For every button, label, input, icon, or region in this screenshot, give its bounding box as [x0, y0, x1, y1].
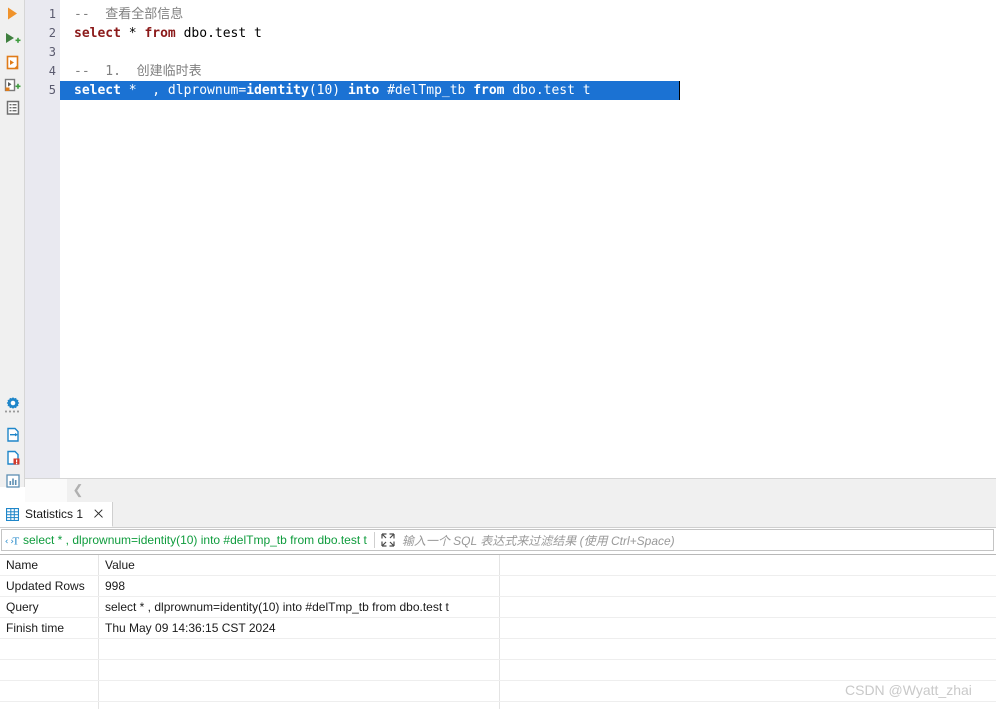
cell-value: [99, 660, 500, 680]
cell-value: Value: [105, 558, 135, 572]
load-sql-script-button[interactable]: [0, 423, 25, 446]
cell-value: [99, 639, 500, 659]
execute-sql-expression-button[interactable]: [0, 74, 25, 97]
sql-keyword: select: [74, 26, 121, 41]
sql-keyword: select: [74, 83, 121, 98]
results-panel: Statistics 1 ‹› T select * , dlprownum=i…: [0, 502, 996, 709]
settings-dots-icon: [5, 410, 20, 413]
filter-separator: [373, 532, 375, 548]
sql-keyword: identity: [246, 83, 309, 98]
divider-blank: [25, 479, 67, 502]
cell-name: [0, 702, 99, 709]
sql-keyword: from: [473, 83, 505, 98]
line-number: 2: [48, 26, 56, 40]
table-row[interactable]: Name Value: [0, 555, 996, 576]
execute-sql-script-button[interactable]: [0, 27, 25, 50]
cell-name: [0, 660, 99, 680]
code-line-1: -- 查看全部信息: [60, 5, 183, 24]
table-row[interactable]: Updated Rows 998: [0, 576, 996, 597]
cell-name: Query: [6, 600, 39, 614]
svg-text:T: T: [12, 535, 19, 547]
sql-comment: -- 1. 创建临时表: [74, 64, 202, 79]
line-number: 3: [48, 45, 56, 59]
play-orange-icon: [8, 7, 17, 20]
cell-name: Finish time: [6, 621, 65, 635]
expand-arrows-icon[interactable]: [380, 532, 396, 548]
sql-comment: -- 查看全部信息: [74, 7, 184, 22]
table-row[interactable]: [0, 702, 996, 709]
watermark: CSDN @Wyatt_zhai: [845, 682, 972, 698]
code-line-5: select * , dlprownum=identity(10) into #…: [60, 81, 591, 100]
sql-text: *: [120, 26, 145, 41]
file-error-icon: [6, 450, 19, 465]
chart-blue-icon: [5, 473, 20, 488]
execute-sql-statement-button[interactable]: [0, 2, 25, 25]
code-line-2: select * from dbo.test t: [60, 24, 262, 43]
sql-text: #delTmp_tb: [379, 83, 474, 98]
explain-execution-plan-button[interactable]: [0, 96, 25, 119]
sql-text: dbo.test t: [175, 26, 262, 41]
table-row[interactable]: Query select * , dlprownum=identity(10) …: [0, 597, 996, 618]
play-green-plus-icon: [6, 33, 21, 43]
text-caret: [679, 81, 680, 100]
table-row[interactable]: Finish time Thu May 09 14:36:15 CST 2024: [0, 618, 996, 639]
cell-name: Updated Rows: [6, 579, 85, 593]
cell-value: select * , dlprownum=identity(10) into #…: [105, 600, 449, 614]
sql-text: (10): [308, 83, 348, 98]
document-gray-icon: [6, 100, 19, 115]
code-text-area[interactable]: -- 查看全部信息 select * from dbo.test t -- 1.…: [60, 0, 996, 478]
sql-text: dbo.test t: [504, 83, 591, 98]
sql-keyword: into: [347, 83, 380, 98]
dbeaver-sql-editor-window: 1 2 3 4 5 -- 查看全部信息 select * from dbo.te…: [0, 0, 996, 709]
sql-keyword: from: [144, 26, 176, 41]
cell-value: Thu May 09 14:36:15 CST 2024: [105, 621, 276, 635]
tab-statistics-1[interactable]: Statistics 1: [0, 502, 114, 527]
script-green-plus-icon: [4, 78, 21, 91]
editor-results-divider[interactable]: ❮: [25, 478, 996, 503]
results-filter-bar[interactable]: ‹› T select * , dlprownum=identity(10) i…: [1, 529, 994, 551]
line-number: 1: [48, 7, 56, 21]
sql-editor-vertical-toolbar: [0, 0, 25, 488]
cell-name: [0, 681, 99, 701]
line-number-gutter: 1 2 3 4 5: [25, 0, 60, 478]
file-import-icon: [6, 427, 19, 442]
chevron-left-icon[interactable]: ❮: [70, 482, 86, 498]
line-number: 4: [48, 64, 56, 78]
cell-name: Name: [6, 558, 39, 572]
sql-code-editor[interactable]: 1 2 3 4 5 -- 查看全部信息 select * from dbo.te…: [25, 0, 996, 478]
table-row[interactable]: [0, 639, 996, 660]
cell-value: 998: [105, 579, 126, 593]
sql-statistics-button[interactable]: [0, 469, 25, 492]
sql-expression-icon: ‹› T: [2, 530, 22, 550]
save-sql-script-button[interactable]: [0, 446, 25, 469]
sql-editor-settings-button[interactable]: [0, 392, 25, 415]
results-tab-bar: Statistics 1: [0, 502, 996, 528]
close-icon[interactable]: [92, 508, 104, 520]
tab-label: Statistics 1: [25, 507, 84, 521]
filter-query-text: select * , dlprownum=identity(10) into #…: [23, 533, 367, 547]
script-orange-icon: [6, 55, 18, 69]
cell-name: [0, 639, 99, 659]
filter-placeholder-text: 输入一个 SQL 表达式来过滤结果 (使用 Ctrl+Space): [401, 533, 675, 548]
execute-sql-new-tab-button[interactable]: [0, 51, 25, 74]
grid-blue-icon: [6, 507, 19, 521]
sql-text: * , dlprownum=: [120, 83, 247, 98]
cell-value: [99, 702, 500, 709]
cell-value: [99, 681, 500, 701]
line-number: 5: [48, 83, 56, 97]
code-line-4: -- 1. 创建临时表: [60, 62, 202, 81]
table-row[interactable]: [0, 660, 996, 681]
